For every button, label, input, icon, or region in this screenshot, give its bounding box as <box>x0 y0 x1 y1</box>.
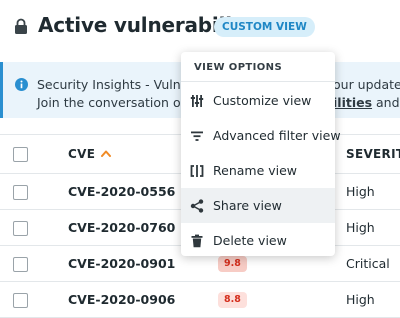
banner-link-end[interactable]: ilities <box>333 95 372 110</box>
severity-value: High <box>346 220 375 235</box>
menu-item-delete-view[interactable]: Delete view <box>181 223 335 258</box>
rename-icon <box>190 165 204 177</box>
table-row[interactable]: CVE-2020-0906 8.8 High <box>0 282 400 318</box>
cvss-score-badge: 9.8 <box>218 256 247 272</box>
column-header-cve[interactable]: CVE <box>68 147 95 161</box>
trash-icon <box>191 234 203 248</box>
cvss-score-badge: 8.8 <box>218 292 247 308</box>
banner-text-line2: Join the conversation on S <box>37 95 202 110</box>
info-icon <box>15 78 28 91</box>
row-checkbox[interactable] <box>13 221 28 236</box>
page-header: Active vulnerabilites CUSTOM VIEW <box>0 0 400 56</box>
view-options-menu: VIEW OPTIONS Customize view Advanced fil… <box>181 52 341 258</box>
custom-view-badge[interactable]: CUSTOM VIEW <box>214 17 315 37</box>
row-checkbox[interactable] <box>13 257 28 272</box>
menu-divider <box>181 81 335 82</box>
cve-id[interactable]: CVE-2020-0760 <box>68 220 175 235</box>
banner-text-line1-end: our updated <box>333 77 400 92</box>
menu-item-customize-view[interactable]: Customize view <box>181 83 335 118</box>
menu-item-label: Advanced filter view <box>213 128 341 143</box>
menu-item-label: Customize view <box>213 93 312 108</box>
row-checkbox[interactable] <box>13 293 28 308</box>
column-header-severity[interactable]: SEVERITY <box>346 147 400 161</box>
menu-item-label: Rename view <box>213 163 298 178</box>
severity-value: Critical <box>346 256 390 271</box>
cve-id[interactable]: CVE-2020-0901 <box>68 256 175 271</box>
menu-item-rename-view[interactable]: Rename view <box>181 153 335 188</box>
severity-value: High <box>346 184 375 199</box>
menu-item-label: Delete view <box>213 233 287 248</box>
menu-item-share-view[interactable]: Share view <box>181 188 335 223</box>
sort-ascending-icon[interactable] <box>101 150 111 157</box>
banner-text-line2-end: ilities and g <box>333 95 400 110</box>
lock-icon <box>15 18 27 34</box>
cve-id[interactable]: CVE-2020-0556 <box>68 184 175 199</box>
tune-icon <box>190 95 204 107</box>
menu-heading: VIEW OPTIONS <box>194 62 283 73</box>
share-icon <box>190 199 204 213</box>
select-all-checkbox[interactable] <box>13 147 28 162</box>
row-checkbox[interactable] <box>13 185 28 200</box>
menu-item-label: Share view <box>213 198 282 213</box>
filter-icon <box>191 131 203 141</box>
banner-text-line1: Security Insights - Vulnera <box>37 77 202 92</box>
menu-item-advanced-filter-view[interactable]: Advanced filter view <box>181 118 341 153</box>
